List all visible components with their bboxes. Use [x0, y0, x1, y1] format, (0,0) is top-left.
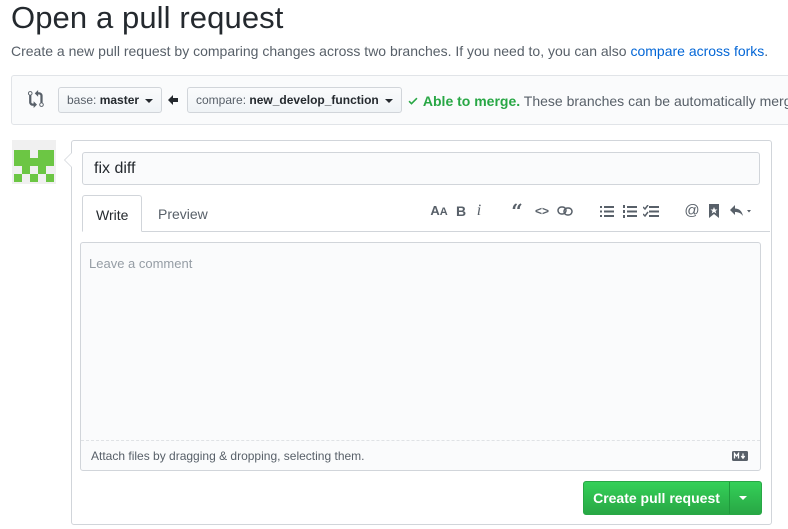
compare-across-forks-link[interactable]: compare across forks — [630, 43, 764, 59]
quote-icon[interactable]: “ — [508, 201, 526, 221]
pr-title-input[interactable] — [82, 152, 760, 185]
check-icon — [408, 97, 418, 105]
merge-status-label: Able to merge. — [422, 93, 521, 109]
tab-preview[interactable]: Preview — [145, 195, 221, 232]
markdown-icon[interactable] — [732, 451, 748, 461]
italic-icon[interactable]: i — [470, 201, 488, 221]
tab-write[interactable]: Write — [82, 195, 143, 232]
button-divider — [729, 482, 730, 514]
link-icon[interactable] — [556, 201, 574, 221]
create-pull-request-button[interactable]: Create pull request — [583, 481, 762, 515]
header-icon[interactable]: AA — [430, 201, 448, 221]
caret-down-icon[interactable] — [739, 496, 747, 500]
subtitle-text: Create a new pull request by comparing c… — [11, 43, 627, 59]
base-prefix: base: — [67, 93, 97, 107]
comment-textarea[interactable] — [81, 243, 760, 441]
page-title: Open a pull request — [11, 0, 284, 35]
reference-icon[interactable] — [705, 201, 723, 221]
reply-icon[interactable] — [728, 201, 756, 221]
base-branch-name: master — [99, 93, 140, 107]
merge-status: Able to merge. These branches can be aut… — [407, 93, 788, 109]
caret-down-icon — [385, 98, 394, 103]
mention-icon[interactable]: @ — [683, 201, 701, 221]
base-branch-select[interactable]: base: master — [58, 87, 163, 113]
page-subtitle: Create a new pull request by comparing c… — [11, 43, 768, 59]
task-list-icon[interactable] — [642, 201, 660, 221]
arrow-left-icon — [168, 95, 178, 105]
code-icon[interactable]: <> — [533, 201, 551, 221]
git-compare-icon — [28, 90, 44, 108]
subtitle-end: . — [764, 43, 769, 59]
attach-files-text: Attach files by dragging & dropping, sel… — [91, 449, 365, 463]
numbered-list-icon[interactable] — [621, 201, 639, 221]
comment-editor: Attach files by dragging & dropping, sel… — [80, 242, 761, 471]
file-attachment-area[interactable]: Attach files by dragging & dropping, sel… — [81, 440, 760, 470]
compare-branch-name: new_develop_function — [249, 93, 379, 107]
avatar[interactable] — [12, 140, 56, 184]
bold-icon[interactable]: B — [452, 201, 470, 221]
compare-prefix: compare: — [196, 93, 247, 107]
create-pull-request-label: Create pull request — [593, 490, 720, 506]
caret-down-icon — [145, 98, 154, 103]
branch-range-bar: base: master compare: new_develop_functi… — [11, 75, 788, 125]
compare-branch-select[interactable]: compare: new_develop_function — [187, 87, 403, 113]
merge-status-detail: These branches can be automatically merg… — [523, 93, 788, 109]
bullet-list-icon[interactable] — [598, 201, 616, 221]
